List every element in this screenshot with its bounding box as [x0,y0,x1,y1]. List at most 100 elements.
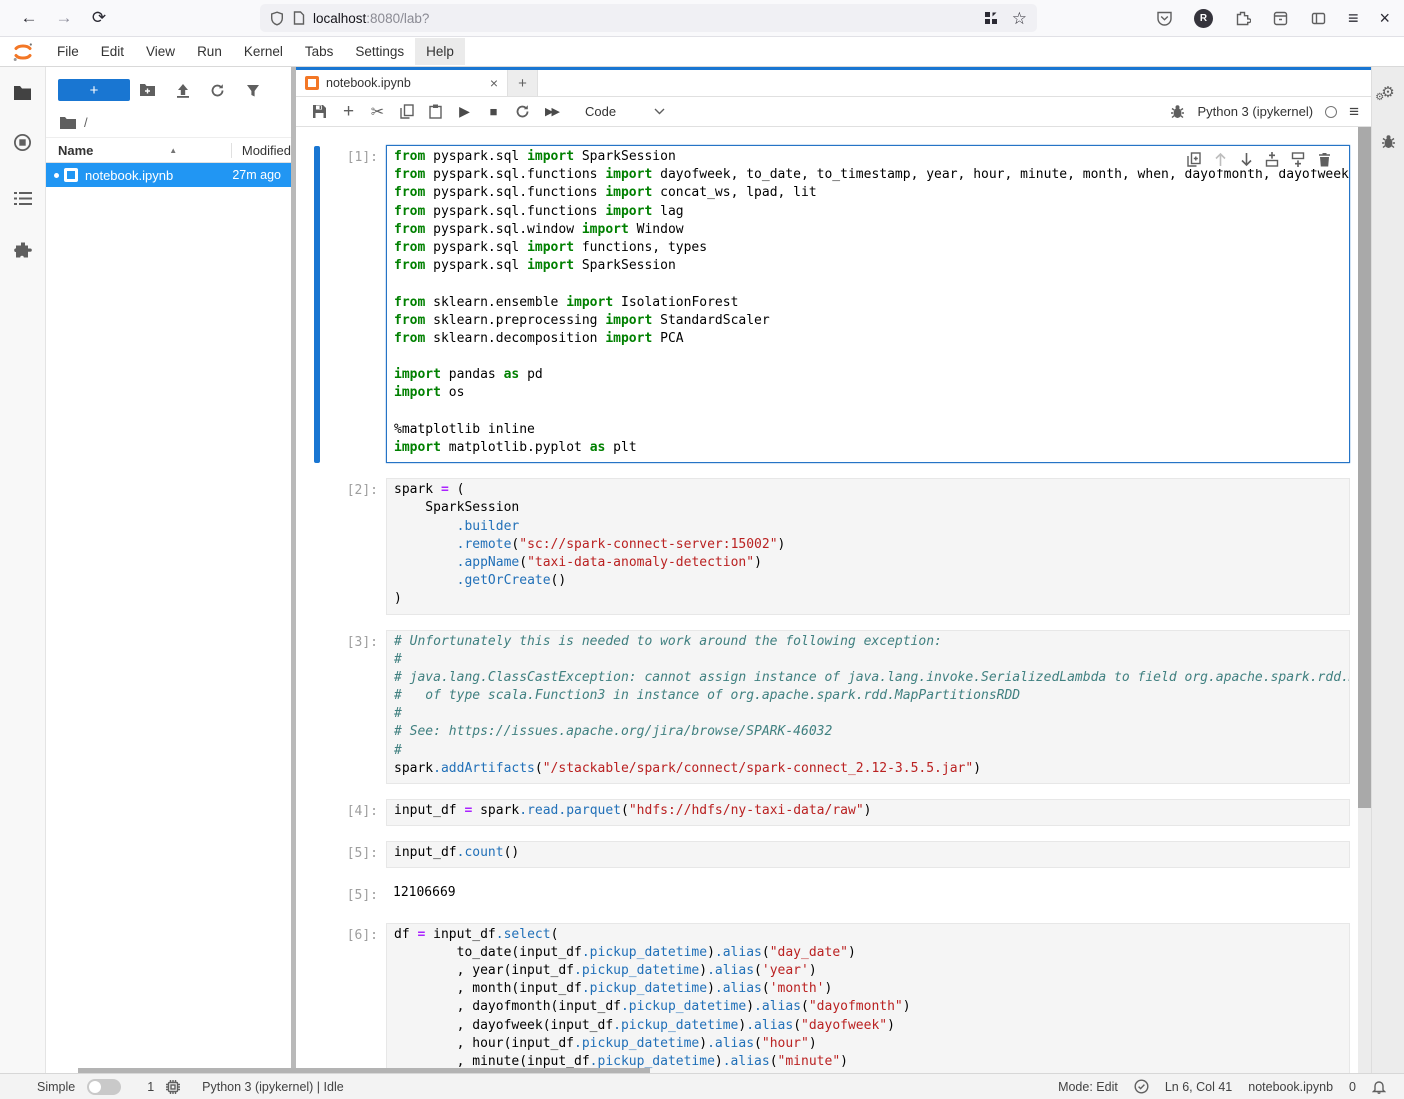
cell-type-dropdown[interactable]: Code [579,102,671,121]
url-bar[interactable]: localhost:8080/lab? ☆ [260,4,1037,32]
menubar-items: FileEditViewRunKernelTabsSettingsHelp [46,38,465,65]
stop-icon[interactable]: ■ [480,100,507,124]
file-browser-tab-icon[interactable] [13,83,32,103]
menu-file[interactable]: File [46,38,90,65]
menu-kernel[interactable]: Kernel [233,38,294,65]
insert-below-icon[interactable] [1289,150,1307,168]
bell-icon[interactable] [1372,1079,1386,1094]
trust-shield-icon[interactable] [1134,1079,1149,1094]
notebook-file-icon [64,168,78,182]
statusbar-filename[interactable]: notebook.ipynb [1248,1080,1333,1094]
input-prompt: [2]: [320,478,386,614]
scrollbar-thumb[interactable] [1358,127,1371,808]
debugger-bug-icon[interactable] [1170,104,1185,119]
new-launcher-button[interactable]: + [58,79,130,101]
move-up-icon[interactable] [1211,150,1229,168]
cursor-position[interactable]: Ln 6, Col 41 [1165,1080,1232,1094]
run-icon[interactable]: ▶ [451,100,478,124]
kernel-status-text[interactable]: Python 3 (ipykernel) | Idle [202,1080,344,1094]
pocket-icon[interactable] [1156,10,1173,27]
add-cell-icon[interactable]: + [335,100,362,124]
active-cell-toolbar [1183,149,1335,169]
simple-mode-toggle[interactable] [87,1079,121,1095]
menu-edit[interactable]: Edit [90,38,135,65]
copy-icon[interactable] [393,100,420,124]
menu-settings[interactable]: Settings [344,38,415,65]
bookmark-star-icon[interactable]: ☆ [1012,10,1027,27]
file-browser-toolbar: + [46,67,291,107]
cut-icon[interactable]: ✂ [364,100,391,124]
save-icon[interactable] [306,100,333,124]
simple-mode-label: Simple [37,1080,75,1094]
menu-view[interactable]: View [135,38,186,65]
browser-toolbar: ← → ⟳ localhost:8080/lab? ☆ R ≡ [0,0,1404,37]
notebook-tab[interactable]: notebook.ipynb × [296,70,508,96]
notebook-panel: notebook.ipynb × + + ✂ ▶ ■ ▶▶ C [296,67,1371,1073]
terminal-count[interactable]: 1 [147,1080,154,1094]
paste-icon[interactable] [422,100,449,124]
duplicate-cell-icon[interactable] [1185,150,1203,168]
insert-above-icon[interactable] [1263,150,1281,168]
debugger-sidebar-icon[interactable] [1381,134,1396,149]
activity-bar [0,67,46,1073]
delete-cell-icon[interactable] [1315,150,1333,168]
code-editor[interactable]: df = input_df.select( to_date(input_df.p… [386,923,1350,1073]
kernel-name[interactable]: Python 3 (ipykernel) [1197,104,1313,119]
reload-icon[interactable]: ⟳ [84,4,114,32]
menu-help[interactable]: Help [415,38,465,65]
restart-run-all-icon[interactable]: ▶▶ [538,100,565,124]
browser-menu-icon[interactable]: ≡ [1348,9,1359,27]
refresh-icon[interactable] [200,78,235,102]
column-modified: Modified [231,143,291,158]
shield-icon[interactable] [270,11,284,26]
code-editor[interactable]: spark = ( SparkSession .builder .remote(… [386,478,1350,614]
new-folder-icon[interactable] [130,78,165,102]
status-bar: Simple 1 Python 3 (ipykernel) | Idle Mod… [0,1073,1404,1099]
kernel-status-circle[interactable] [1325,106,1337,118]
upload-icon[interactable] [165,78,200,102]
unsaved-dot [54,173,59,178]
file-name: notebook.ipynb [85,168,232,183]
input-prompt: [5]: [320,841,386,868]
url-text[interactable]: localhost:8080/lab? [313,11,984,26]
jupyter-menubar: FileEditViewRunKernelTabsSettingsHelp [0,37,1404,67]
tab-bar: notebook.ipynb × + [296,70,1371,97]
window-close-icon[interactable]: × [1379,9,1390,27]
account-avatar[interactable]: R [1194,9,1213,28]
menu-run[interactable]: Run [186,38,233,65]
file-row-selected[interactable]: notebook.ipynb 27m ago [46,163,291,187]
code-editor[interactable]: # Unfortunately this is needed to work a… [386,630,1350,785]
file-list-header[interactable]: Name ▲ Modified [46,137,291,163]
move-down-icon[interactable] [1237,150,1255,168]
right-sidebar: ⚙⚙ [1371,67,1404,1073]
sidebar-toggle-icon[interactable] [1310,10,1327,27]
page-info-icon[interactable] [293,11,305,25]
menu-tabs[interactable]: Tabs [294,38,345,65]
output-area: [5]:12106669 [314,883,1358,907]
horizontal-scrollbar-thumb[interactable] [78,1068,650,1073]
page-actions-grid-icon[interactable] [984,11,998,25]
extensions-icon[interactable] [1234,10,1251,27]
table-of-contents-icon[interactable] [14,188,32,208]
tab-close-icon[interactable]: × [490,75,498,91]
new-tab-button[interactable]: + [508,70,538,96]
code-cell: [2]:spark = ( SparkSession .builder .rem… [314,478,1358,614]
forward-icon[interactable]: → [49,4,79,32]
code-editor[interactable]: input_df.count() [386,841,1350,868]
toolbar-menu-icon[interactable]: ≡ [1349,102,1359,122]
code-cell: [3]:# Unfortunately this is needed to wo… [314,630,1358,785]
notification-count[interactable]: 0 [1349,1080,1356,1094]
back-icon[interactable]: ← [14,4,44,32]
notebook-vertical-scrollbar[interactable] [1358,127,1371,1073]
running-sessions-icon[interactable] [13,132,32,152]
kernel-chip-icon[interactable] [166,1080,180,1094]
extension-manager-icon[interactable] [14,240,32,260]
mode-indicator[interactable]: Mode: Edit [1058,1080,1118,1094]
restart-icon[interactable] [509,100,536,124]
property-inspector-icon[interactable]: ⚙⚙ [1381,85,1394,100]
library-icon[interactable] [1272,10,1289,27]
breadcrumb[interactable]: / [46,107,291,137]
code-editor[interactable]: from pyspark.sql import SparkSessionfrom… [386,145,1350,463]
code-editor[interactable]: input_df = spark.read.parquet("hdfs://hd… [386,799,1350,826]
filter-icon[interactable] [235,78,270,102]
